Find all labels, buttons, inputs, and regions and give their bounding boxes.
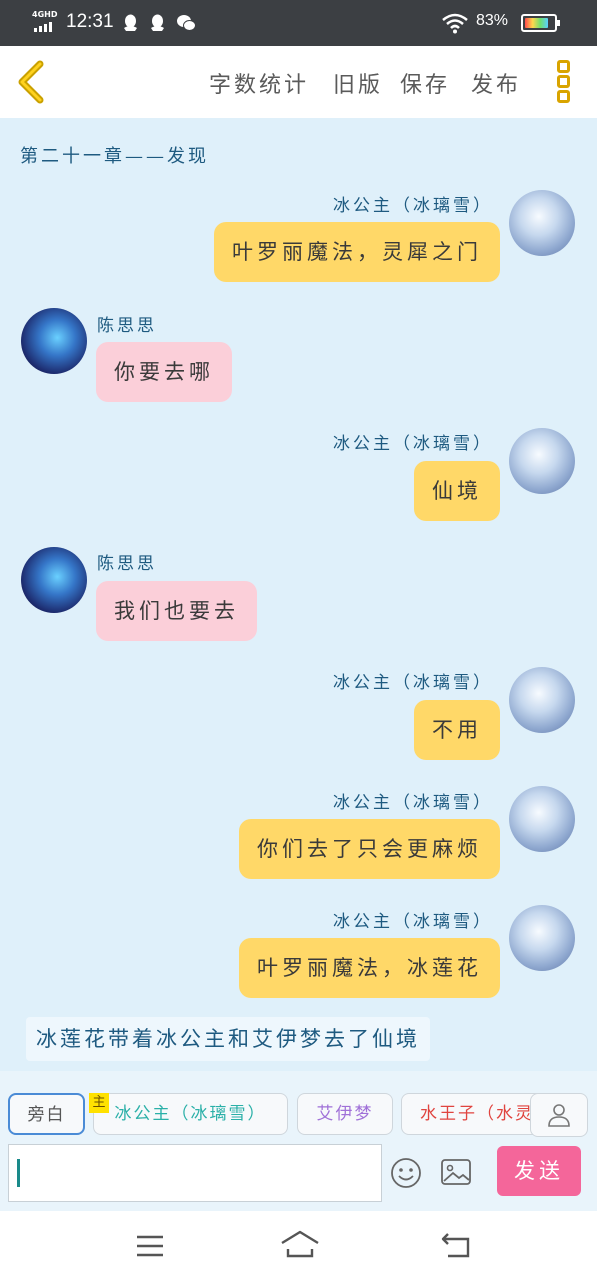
user-icon: [548, 1104, 570, 1127]
old-version-button[interactable]: 旧版: [333, 67, 383, 99]
battery-percent: 83%: [476, 12, 509, 29]
avatar[interactable]: [21, 547, 87, 613]
story-chat-area[interactable]: 第二十一章——发现 冰公主（冰璃雪） 叶罗丽魔法，灵犀之门 陈思思 你要去哪 冰…: [0, 118, 597, 1071]
network-type: 4GHD: [32, 10, 58, 19]
speaker-name: 陈思思: [97, 316, 157, 336]
publish-button[interactable]: 发布: [471, 67, 521, 99]
speaker-name: 冰公主（冰璃雪）: [333, 673, 493, 693]
speaker-name: 冰公主（冰璃雪）: [333, 912, 493, 932]
character-chip[interactable]: 艾伊梦: [297, 1093, 393, 1135]
home-icon[interactable]: [280, 1229, 320, 1261]
message-bubble[interactable]: 叶罗丽魔法，冰莲花: [239, 938, 500, 998]
avatar[interactable]: [509, 428, 575, 494]
system-nav-bar: [0, 1211, 597, 1280]
qq-icon: [124, 14, 137, 31]
wifi-icon: [442, 13, 468, 34]
speaker-name: 冰公主（冰璃雪）: [333, 196, 493, 216]
qq-icon: [151, 14, 164, 31]
menu-icon[interactable]: [135, 1233, 165, 1259]
avatar[interactable]: [509, 905, 575, 971]
more-menu-icon[interactable]: [556, 60, 572, 106]
message-bubble[interactable]: 你要去哪: [96, 342, 232, 402]
avatar[interactable]: [21, 308, 87, 374]
speaker-name: 冰公主（冰璃雪）: [333, 793, 493, 813]
speaker-name: 陈思思: [97, 554, 157, 574]
signal-icon: [34, 22, 56, 32]
character-manager-button[interactable]: [530, 1093, 588, 1137]
image-icon[interactable]: [440, 1157, 472, 1187]
compose-panel: 旁白 冰公主（冰璃雪） 主 艾伊梦 水王子（水灵 发送: [0, 1071, 597, 1211]
status-bar: 4GHD 12:31 83%: [0, 0, 597, 46]
main-character-badge: 主: [89, 1093, 109, 1113]
back-arrow-icon[interactable]: [14, 60, 48, 104]
character-chip[interactable]: 冰公主（冰璃雪）: [93, 1093, 288, 1135]
editor-toolbar: 字数统计 旧版 保存 发布: [0, 46, 597, 118]
narration-text[interactable]: 冰莲花带着冰公主和艾伊梦去了仙境: [26, 1017, 430, 1061]
message-bubble[interactable]: 不用: [414, 700, 500, 760]
narrator-chip[interactable]: 旁白: [8, 1093, 85, 1135]
message-bubble[interactable]: 仙境: [414, 461, 500, 521]
emoji-icon[interactable]: [390, 1157, 422, 1189]
text-caret: [17, 1159, 20, 1187]
send-button[interactable]: 发送: [497, 1146, 581, 1196]
message-bubble[interactable]: 你们去了只会更麻烦: [239, 819, 500, 879]
avatar[interactable]: [509, 786, 575, 852]
message-bubble[interactable]: 我们也要去: [96, 581, 257, 641]
avatar[interactable]: [509, 190, 575, 256]
wechat-icon: [177, 15, 196, 31]
back-icon[interactable]: [440, 1231, 472, 1259]
avatar[interactable]: [509, 667, 575, 733]
word-count-button[interactable]: 字数统计: [209, 67, 309, 99]
save-button[interactable]: 保存: [400, 67, 450, 99]
message-bubble[interactable]: 叶罗丽魔法，灵犀之门: [214, 222, 500, 282]
chapter-title: 第二十一章——发现: [20, 146, 209, 167]
clock: 12:31: [66, 11, 114, 32]
message-input[interactable]: [8, 1144, 382, 1202]
speaker-name: 冰公主（冰璃雪）: [333, 434, 493, 454]
battery-icon: [521, 14, 560, 32]
